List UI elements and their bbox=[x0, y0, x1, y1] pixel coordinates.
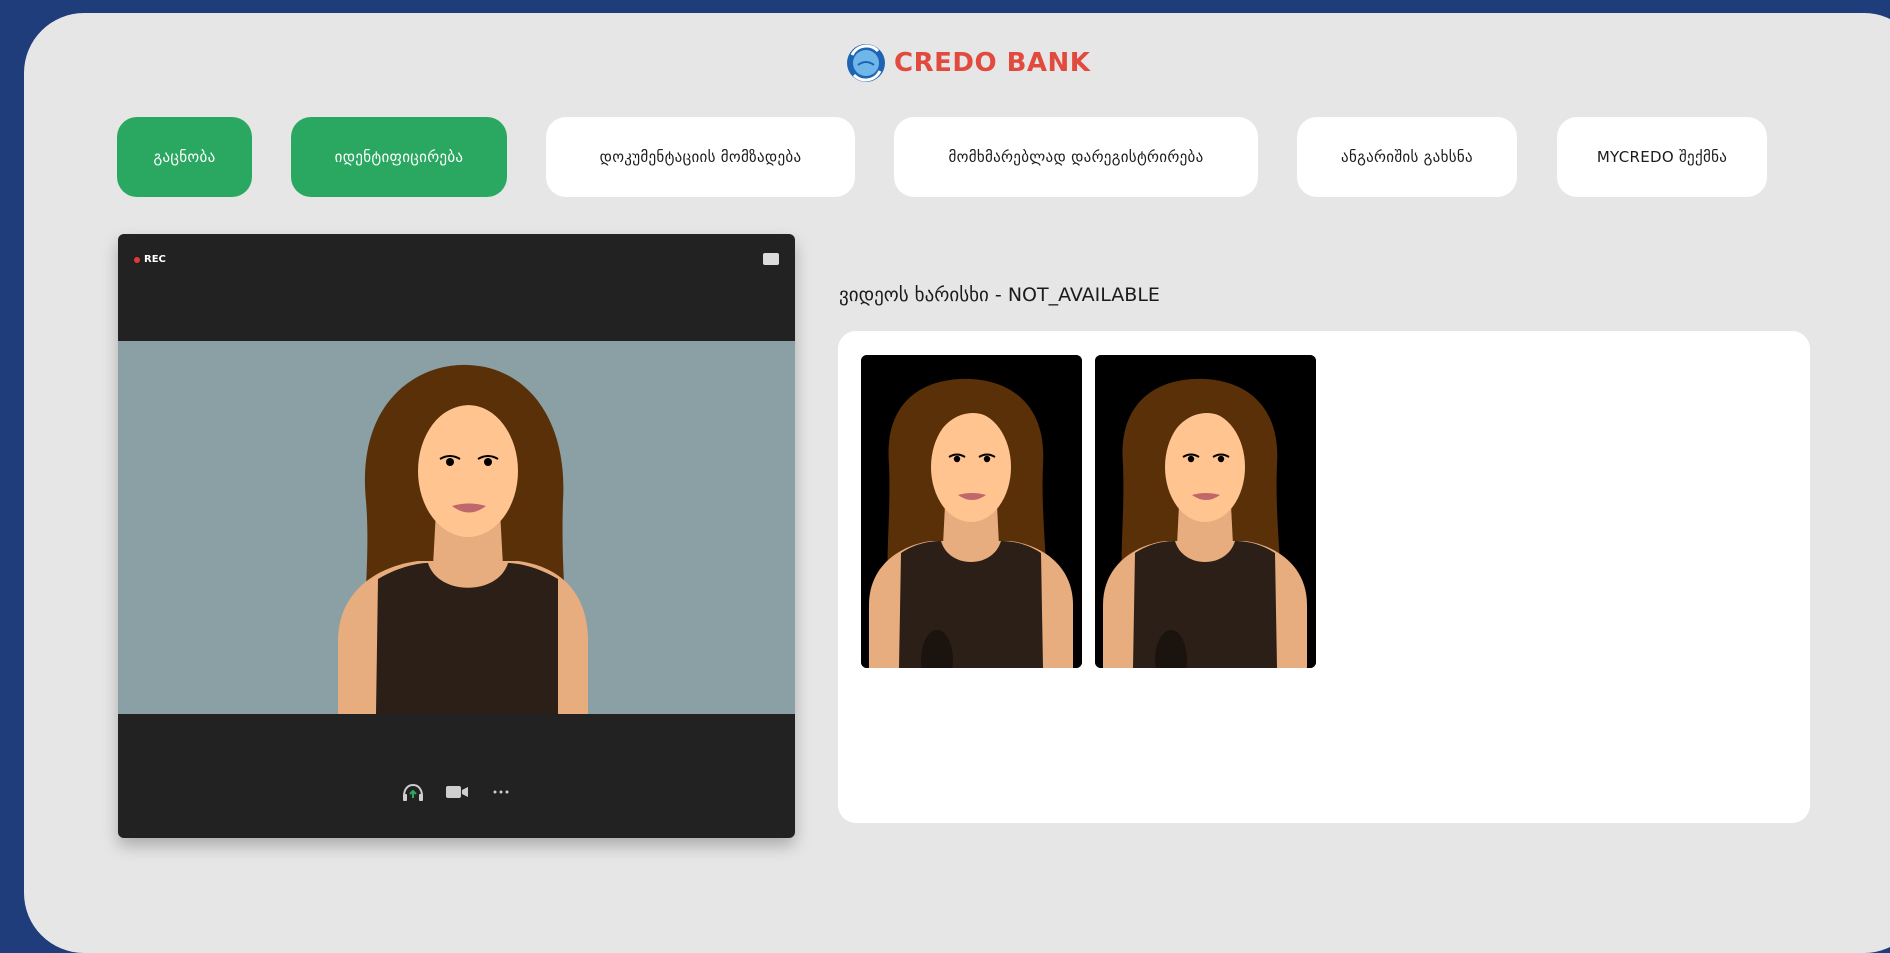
video-feed bbox=[118, 341, 795, 714]
rec-label: REC bbox=[144, 254, 166, 265]
headset-icon[interactable] bbox=[401, 782, 425, 802]
step-customer-registration[interactable]: მომხმარებლად დარეგისტრირება bbox=[894, 117, 1258, 197]
call-controls bbox=[118, 782, 795, 802]
step-label: მომხმარებლად დარეგისტრირება bbox=[948, 148, 1204, 166]
credo-logo-icon bbox=[847, 44, 885, 82]
brand-logo: CREDO BANK bbox=[844, 41, 1090, 85]
step-label: დოკუმენტაციის მომზადება bbox=[599, 148, 802, 166]
step-account-opening[interactable]: ანგარიშის გახსნა bbox=[1297, 117, 1517, 197]
step-label: გაცნობა bbox=[153, 148, 216, 166]
page-container: CREDO BANK გაცნობა იდენტიფიცირება დოკუმე… bbox=[24, 13, 1890, 953]
camera-icon[interactable] bbox=[445, 782, 469, 802]
record-dot-icon bbox=[134, 256, 140, 263]
captured-photo[interactable] bbox=[861, 355, 1082, 668]
step-identification[interactable]: იდენტიფიცირება bbox=[291, 117, 507, 197]
person-photo-thumbnail bbox=[861, 355, 1082, 668]
person-avatar-illustration bbox=[118, 341, 795, 714]
person-photo-thumbnail bbox=[1095, 355, 1316, 668]
recording-indicator: REC bbox=[134, 254, 166, 265]
video-call-panel: REC bbox=[118, 234, 795, 838]
captured-photos-panel bbox=[838, 331, 1810, 823]
step-label: იდენტიფიცირება bbox=[334, 148, 464, 166]
step-documentation[interactable]: დოკუმენტაციის მომზადება bbox=[546, 117, 855, 197]
step-introduction[interactable]: გაცნობა bbox=[117, 117, 252, 197]
chat-icon[interactable] bbox=[763, 253, 779, 265]
step-label: ანგარიშის გახსნა bbox=[1341, 148, 1473, 166]
brand-name: CREDO BANK bbox=[894, 48, 1091, 78]
step-mycredo-creation[interactable]: MYCREDO შექმნა bbox=[1557, 117, 1767, 197]
captured-photo[interactable] bbox=[1095, 355, 1316, 668]
video-quality-status: ვიდეოს ხარისხი - NOT_AVAILABLE bbox=[839, 284, 1160, 306]
more-icon[interactable] bbox=[489, 782, 513, 802]
step-label: MYCREDO შექმნა bbox=[1596, 148, 1728, 166]
